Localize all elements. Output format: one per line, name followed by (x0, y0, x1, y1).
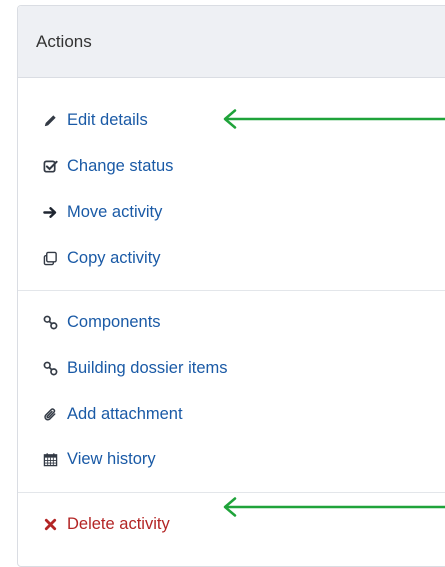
view-history-link[interactable]: View history (18, 437, 445, 483)
actions-panel: Actions Edit details Change status Move … (17, 5, 445, 567)
annotation-arrow-edit (223, 109, 445, 129)
add-attachment-link[interactable]: Add attachment (18, 391, 445, 437)
checked-square-icon (42, 158, 58, 174)
action-list: Edit details Change status Move activity… (18, 79, 445, 555)
calendar-icon (42, 452, 58, 468)
building-dossier-items-link[interactable]: Building dossier items (18, 346, 445, 392)
paperclip-icon (42, 406, 58, 422)
panel-header: Actions (18, 6, 445, 78)
change-status-link[interactable]: Change status (18, 143, 445, 189)
copy-icon (42, 250, 58, 266)
move-activity-link[interactable]: Move activity (18, 189, 445, 235)
copy-activity-link[interactable]: Copy activity (18, 235, 445, 281)
panel-title: Actions (36, 31, 92, 51)
components-link[interactable]: Components (18, 300, 445, 346)
action-group-related: Components Building dossier items Add at… (18, 290, 445, 492)
delete-activity-label: Delete activity (67, 515, 170, 534)
add-attachment-label: Add attachment (67, 404, 183, 423)
copy-activity-label: Copy activity (67, 248, 161, 267)
arrow-right-icon (42, 204, 58, 220)
edit-details-label: Edit details (67, 110, 148, 129)
link-icon (42, 315, 58, 331)
building-dossier-items-label: Building dossier items (67, 359, 228, 378)
move-activity-label: Move activity (67, 202, 163, 221)
view-history-label: View history (67, 450, 156, 469)
annotation-arrow-delete (223, 497, 445, 517)
x-icon (42, 517, 58, 533)
pencil-icon (42, 112, 58, 128)
link-icon (42, 361, 58, 377)
change-status-label: Change status (67, 156, 174, 175)
components-label: Components (67, 313, 161, 332)
